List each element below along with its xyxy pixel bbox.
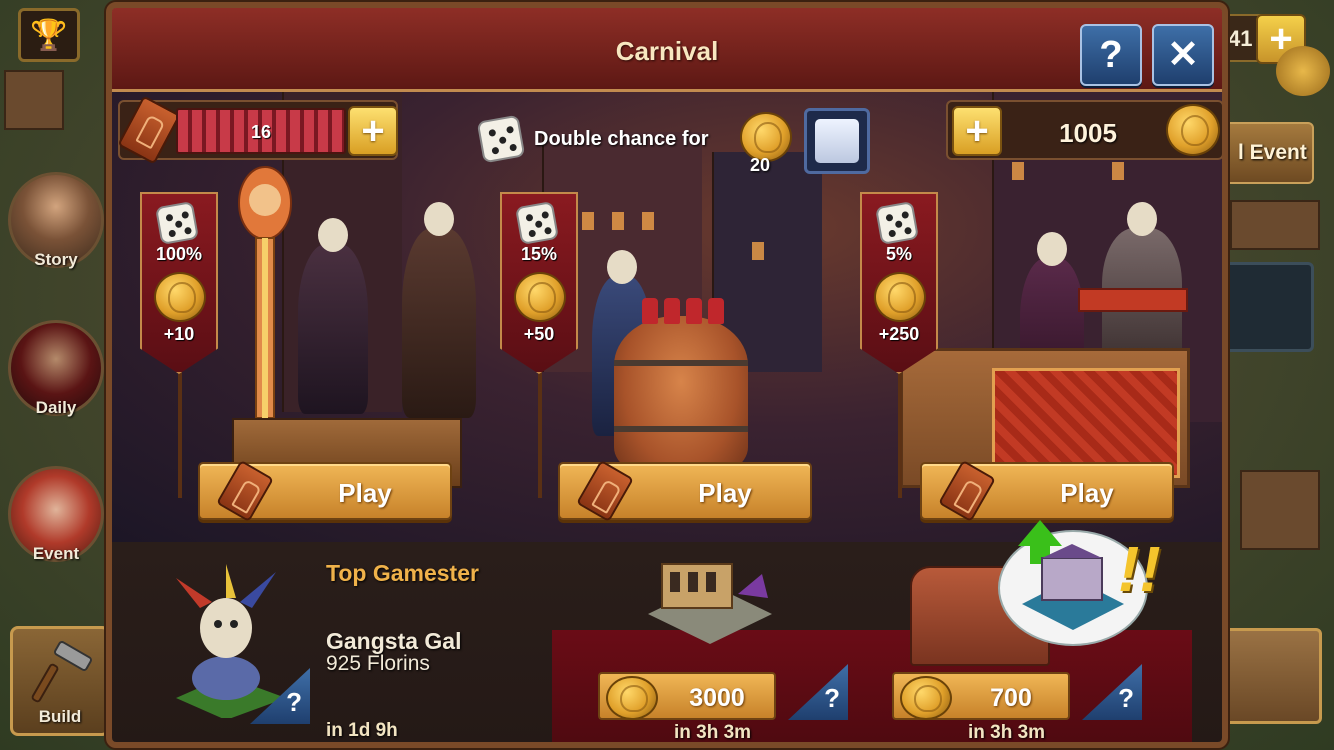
story-label: Story [34,250,78,269]
lit-window [582,212,594,230]
game-reward: +250 [878,324,920,344]
prize-cost: 3000 [689,684,745,712]
masked-figure [298,218,368,414]
dice-icon [874,200,920,246]
game-odds-banner: 5% +250 [860,192,938,374]
top-player-name: Gangsta Gal [326,628,462,654]
ticket-icon [938,459,996,523]
background-house [4,70,64,130]
bottle-target [708,298,724,324]
resource-counter-text: 41 [1228,26,1253,51]
prize-timer: in 3h 3m [968,722,1046,743]
bottle-target [686,298,702,324]
florin-coin-icon [154,272,206,322]
tickets-count: 16 [250,122,272,142]
upgrade-arrow-icon [1018,520,1062,546]
crate-canopy [1078,288,1188,312]
bottle-target [642,298,658,324]
buy-florins-button[interactable]: + [952,106,1002,156]
player-avatar[interactable] [1222,628,1322,724]
build-button[interactable]: Build [10,626,110,736]
close-icon: ✕ [1167,34,1199,76]
dialog-title: Carnival [615,36,719,66]
coins-icon [1276,46,1330,96]
building-kit-icon [1022,544,1124,630]
ticket-icon [117,95,181,165]
daily-label: Daily [35,398,77,417]
game-odds-banner: 100% +10 [140,192,218,374]
help-icon: ? [1118,683,1134,713]
title-bar: Carnival ? ✕ [112,8,1222,92]
background-house [1230,200,1320,250]
plus-icon: + [965,109,989,153]
venetian-building-prize-icon [648,563,772,644]
ticket-icon [216,459,274,523]
lit-window [642,212,654,230]
daily-button[interactable]: Daily [4,320,108,418]
help-button[interactable]: ? [1080,24,1142,86]
supplies-crate-icon[interactable] [1222,262,1314,352]
exclamation-icon: !! [1118,533,1161,605]
trophy-icon[interactable]: 🏆 [18,8,80,62]
event-button[interactable]: Event [4,466,108,564]
game-reward: +10 [163,324,195,344]
close-button[interactable]: ✕ [1152,24,1214,86]
game-chance: 100% [155,244,203,264]
play-label: Play [698,478,752,508]
bottle-target [664,298,680,324]
dice-icon [514,200,560,246]
ticket-icon [576,459,634,523]
help-icon: ? [1099,34,1123,76]
buy-tickets-button[interactable]: + [348,106,398,156]
build-label: Build [38,707,82,726]
help-icon: ? [286,687,302,717]
florins-bar: + 1005 [946,100,1222,160]
prize-price-box[interactable]: 3000 [598,672,776,720]
game-odds-banner: 15% +50 [500,192,578,374]
game-chance: 15% [520,244,558,264]
top-player-score: 925 Florins [326,652,430,675]
play-label: Play [338,478,392,508]
lit-window [612,212,624,230]
lit-window [1112,162,1124,180]
event-hud-button[interactable]: l Event [1222,122,1314,184]
game-reward: +50 [523,324,555,344]
event-hud-label: l Event [1238,141,1307,164]
play-button-barrel[interactable]: Play [558,459,812,523]
leaderboard-timer: in 1d 9h [326,720,398,741]
carnival-dialog: Carnival ? ✕ 16 + Double chance for 20 +… [106,2,1228,748]
play-label: Play [1060,478,1114,508]
event-label: Event [32,544,80,563]
florins-amount: 1005 [1059,118,1117,148]
background-house [1240,470,1320,550]
story-button[interactable]: Story [4,172,108,270]
dice-icon [476,114,526,164]
play-button-striker[interactable]: Play [198,459,452,523]
jester-statue-icon [176,564,286,718]
high-striker-game [238,166,292,419]
help-icon: ? [824,683,840,713]
florin-coin-icon [874,272,926,322]
plus-icon: + [361,109,385,153]
double-chance-checkbox[interactable] [804,108,870,174]
barrel-game [614,316,748,480]
game-chance: 5% [885,244,912,264]
dice-icon [154,200,200,246]
lit-window [1012,162,1024,180]
florin-coin-icon [514,272,566,322]
double-chance-label: Double chance for [534,128,709,150]
prize-price-box[interactable]: 700 [892,672,1070,720]
top-gamester-heading: Top Gamester [326,560,479,586]
lit-window [752,242,764,260]
masked-figure [402,202,476,418]
florin-coin-icon [606,676,658,720]
double-chance-cost: 20 [750,155,771,175]
hammer-icon [31,641,92,703]
prize-cost: 700 [990,684,1032,712]
tickets-bar: 16 + [117,95,398,165]
florin-coin-icon [1166,104,1220,156]
prize-timer: in 3h 3m [674,722,752,743]
florin-coin-icon [900,676,952,720]
play-button-boats[interactable]: Play [920,459,1174,523]
